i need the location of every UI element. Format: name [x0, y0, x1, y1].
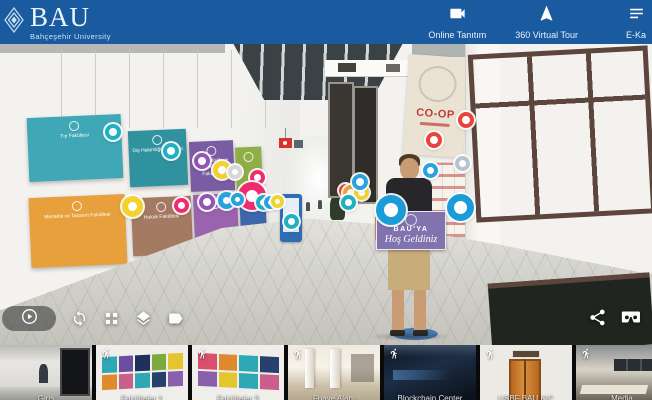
faculty-board: Diş Hekimliği Fakültesi: [128, 129, 188, 187]
hotspot[interactable]: [341, 195, 356, 210]
bau-diamond-icon: [2, 6, 26, 39]
vr-goggles-icon: [620, 306, 642, 328]
hotspot[interactable]: [174, 198, 189, 213]
thumbnail-label: Fakülteler 1: [96, 394, 188, 400]
share-icon: [588, 308, 607, 327]
hotspot[interactable]: [199, 194, 215, 210]
rotate-view-button[interactable]: [71, 310, 88, 327]
grid-icon: [103, 310, 120, 327]
thumbnail-label: USBF BAU KIC: [480, 394, 572, 400]
coop-banner-text: CO-OP: [405, 106, 466, 122]
coop-banner-illustration: [417, 65, 457, 104]
video-camera-icon: [448, 4, 467, 28]
share-button[interactable]: [588, 308, 607, 332]
panorama-viewport[interactable]: Tıp FakültesiDiş Hekimliği FakültesiMühe…: [0, 44, 652, 345]
walking-person-icon: [101, 348, 112, 359]
hotspot[interactable]: [284, 214, 299, 229]
thumbnail-1[interactable]: Giriş: [0, 345, 92, 400]
thumbnail-7[interactable]: Media: [576, 345, 652, 400]
walking-person-icon: [293, 348, 304, 359]
walking-person-icon: [197, 348, 208, 359]
hotspot[interactable]: [455, 156, 470, 171]
autoplay-button[interactable]: [2, 306, 56, 331]
thumbnail-6[interactable]: USBF BAU KIC: [480, 345, 572, 400]
thumbnail-label: Giriş: [0, 394, 92, 400]
vr-mode-button[interactable]: [620, 306, 642, 333]
rotate-icon: [71, 310, 88, 327]
thumbnail-3[interactable]: Fakülteler 2: [192, 345, 284, 400]
thumbnail-5[interactable]: Blockchain Center: [384, 345, 476, 400]
hotspot[interactable]: [426, 132, 442, 148]
hotspot[interactable]: [447, 194, 474, 221]
welcome-sign-line2: Hoş Geldiniz: [377, 234, 445, 245]
scene-shop-window: [328, 82, 354, 198]
thumbnail-4[interactable]: Fuaye Alanı: [288, 345, 380, 400]
menu-label: 360 Virtual Tour: [515, 30, 578, 40]
menu-item-e-katalog[interactable]: E-Ka: [606, 4, 652, 40]
hotspot[interactable]: [458, 112, 474, 128]
catalog-list-icon: [627, 4, 646, 28]
bau-logo[interactable]: BAU Bahçeşehir University: [2, 4, 111, 41]
hotspot[interactable]: [352, 174, 368, 190]
faculty-board: Mimarlık ve Tasarım Fakültesi: [29, 194, 128, 268]
walking-person-icon: [389, 348, 400, 359]
walking-person-icon: [581, 348, 592, 359]
scene-shop-sign: [338, 63, 356, 72]
hotspot[interactable]: [105, 124, 121, 140]
player-controls: [2, 306, 184, 331]
hotspot[interactable]: [163, 143, 179, 159]
scene-shop-sign: [386, 64, 400, 72]
virtual-tour-app: BAU Bahçeşehir University Online Tanıtım…: [0, 0, 652, 400]
bau-seal-icon: [405, 214, 417, 226]
thumbnail-strip[interactable]: Giriş Fakülteler 1 Fakülteler 2 Fuaye Alanı…: [0, 345, 652, 400]
thumbnail-label: Blockchain Center: [384, 394, 476, 400]
tags-button[interactable]: [167, 310, 184, 327]
scene-gallery-button[interactable]: [103, 310, 120, 327]
layers-button[interactable]: [135, 310, 152, 327]
play-icon: [20, 307, 39, 331]
top-bar: BAU Bahçeşehir University Online Tanıtım…: [0, 0, 652, 44]
right-tools: [588, 306, 642, 333]
logo-title: BAU: [30, 4, 111, 31]
hotspot[interactable]: [376, 195, 406, 225]
logo-subtitle: Bahçeşehir University: [30, 33, 111, 41]
tag-icon: [167, 310, 184, 327]
layers-icon: [135, 310, 152, 327]
hotspot[interactable]: [194, 153, 210, 169]
hotspot[interactable]: [122, 196, 143, 217]
navigation-arrow-icon: [537, 4, 556, 28]
top-menu: Online Tanıtım 360 Virtual Tour E-Ka: [427, 0, 652, 44]
welcome-sign-line1: BAU'YA: [377, 226, 445, 233]
menu-label: Online Tanıtım: [428, 30, 486, 40]
menu-item-360-virtual-tour[interactable]: 360 Virtual Tour: [515, 4, 578, 40]
scene-large-window: [468, 45, 652, 222]
thumbnail-label: Media: [576, 394, 652, 400]
greeter-person: BAU'YA Hoş Geldiniz: [372, 154, 448, 336]
thumbnail-label: Fakülteler 2: [192, 394, 284, 400]
hotspot[interactable]: [228, 165, 242, 179]
hotspot[interactable]: [271, 195, 284, 208]
menu-label: E-Ka: [626, 30, 646, 40]
thumbnail-label: Fuaye Alanı: [288, 394, 380, 400]
scene-distant-person: [306, 202, 310, 211]
menu-item-online-tanitim[interactable]: Online Tanıtım: [427, 4, 487, 40]
scene-distant-person: [318, 200, 322, 209]
greeter-head: [400, 158, 419, 180]
hotspot[interactable]: [423, 163, 438, 178]
walking-person-icon: [485, 348, 496, 359]
hotspot[interactable]: [231, 193, 244, 206]
thumbnail-2[interactable]: Fakülteler 1: [96, 345, 188, 400]
